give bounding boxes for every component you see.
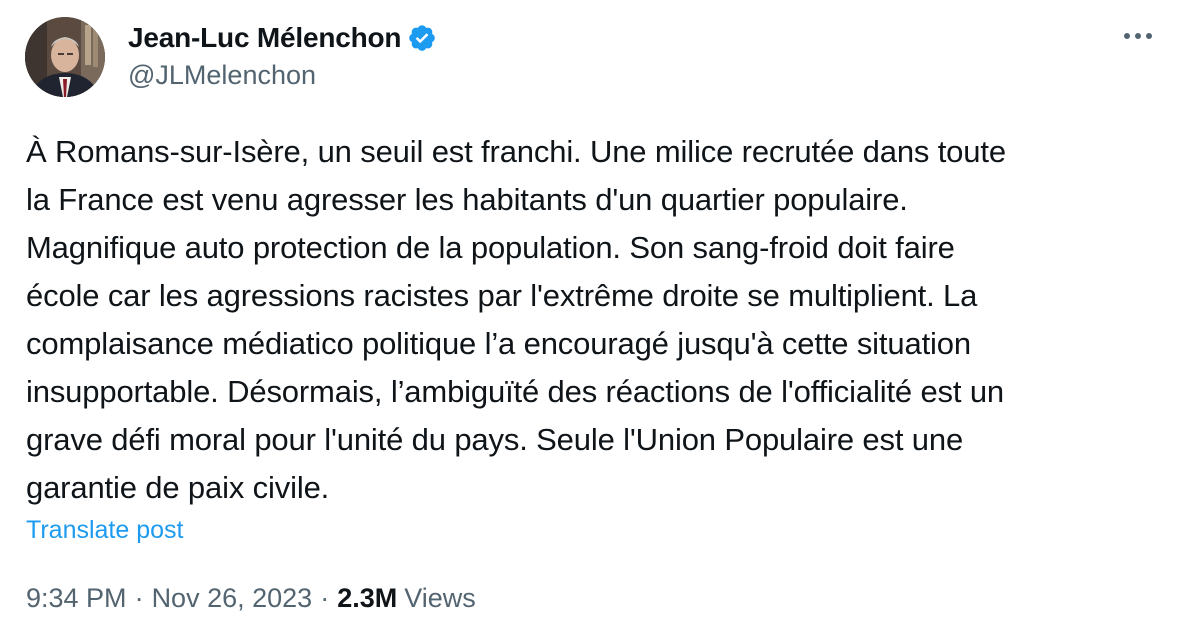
views-count: 2.3M — [337, 583, 398, 613]
author-name-row: Jean-Luc Mélenchon — [128, 18, 437, 58]
post-text-line: grave défi moral pour l'unité du pays. S… — [26, 422, 964, 457]
post-text-line: garantie de paix civile. — [26, 470, 330, 505]
translate-post-link[interactable]: Translate post — [26, 516, 183, 545]
post-text: À Romans-sur-Isère, un seuil est franchi… — [26, 128, 1166, 512]
post-text-line: la France est venu agresser les habitant… — [26, 182, 908, 217]
more-options-button[interactable] — [1120, 22, 1156, 50]
separator: · — [134, 583, 144, 613]
post-text-line: insupportable. Désormais, l’ambiguïté de… — [26, 374, 1005, 409]
post-text-line: À Romans-sur-Isère, un seuil est franchi… — [26, 134, 1006, 169]
avatar[interactable] — [25, 17, 105, 97]
post-text-line: complaisance médiatico politique l’a enc… — [26, 326, 971, 361]
avatar-photo — [25, 17, 105, 97]
more-options-icon — [1124, 33, 1152, 39]
post-date[interactable]: Nov 26, 2023 — [152, 583, 313, 614]
author-display-name[interactable]: Jean-Luc Mélenchon — [128, 22, 402, 54]
verified-badge-icon[interactable] — [407, 23, 437, 53]
author-handle[interactable]: @JLMelenchon — [128, 60, 316, 91]
post-time[interactable]: 9:34 PM — [26, 583, 127, 614]
post-text-line: école car les agressions racistes par l'… — [26, 278, 978, 313]
tweet-card: Jean-Luc Mélenchon @JLMelenchon À Romans… — [0, 0, 1182, 636]
separator: · — [320, 583, 330, 613]
views-label: Views — [404, 583, 476, 613]
post-text-line: Magnifique auto protection de la populat… — [26, 230, 955, 265]
post-metadata: 9:34 PM · Nov 26, 2023 · 2.3M Views — [26, 583, 476, 614]
